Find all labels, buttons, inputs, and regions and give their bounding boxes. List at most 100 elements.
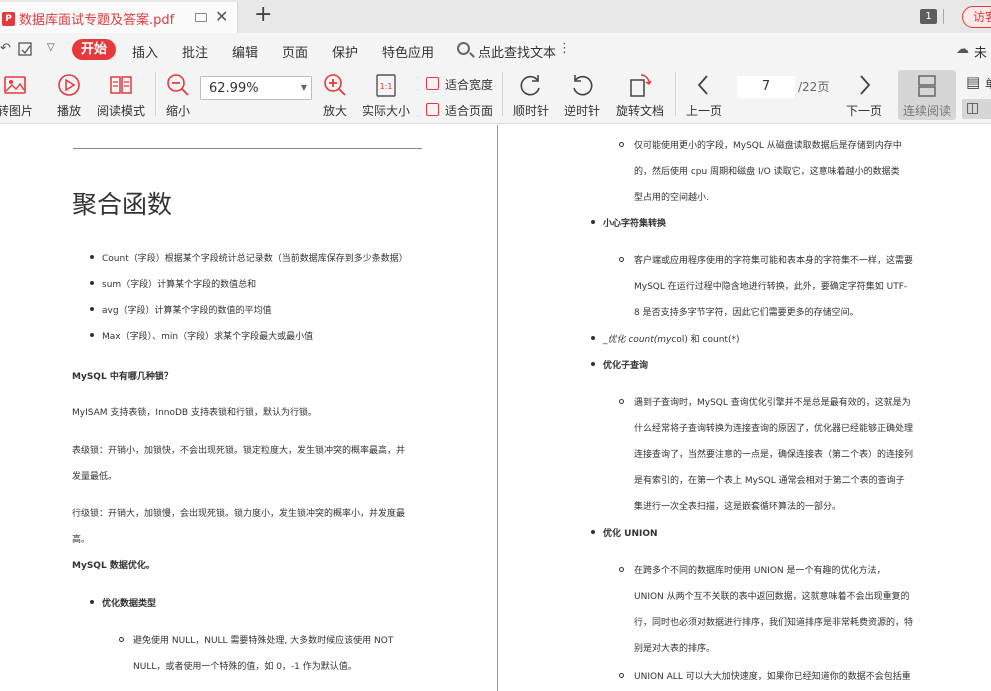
menu-page[interactable]: 页面 [282,42,308,61]
sub-bullet-icon [619,142,624,147]
rotate-clockwise-icon [520,75,540,96]
paragraph: 什么经常将子查询转换为连接查询的原因了，优化器已经能够正确处理 [634,424,914,434]
menu-edit[interactable]: 编辑 [232,42,258,61]
chevron-left-icon [697,75,708,95]
paragraph: 的，然后使用 cpu 周期和磁盘 I/O 读取它，这意味着越小的数据类 [634,167,900,177]
read-mode-label: 阅读模式 [96,104,145,118]
save-icon-svg [18,42,32,56]
question-heading: MySQL 中有哪几种锁？ [72,372,173,382]
play-button[interactable]: 播放 [50,66,88,122]
document-view[interactable]: 聚合函数 Count（字段）根据某个字段统计总记录数（当前数据库保存到多少条数据… [0,125,991,691]
undo-icon[interactable]: ↶ [0,41,11,56]
bullet-icon [591,336,595,340]
paragraph: MySQL 在运行过程中隐含地进行转换，此外，要确定字符集如 UTF- [634,282,908,292]
rotate-counterclockwise-icon [573,75,593,96]
zoom-out-button[interactable]: 缩小 [160,66,196,122]
cloud-sync-label[interactable]: 未 [974,42,987,61]
cloud-sync-icon[interactable]: ☁ [956,42,969,57]
bullet-icon [90,333,94,337]
question-heading: MySQL 数据优化。 [72,561,155,571]
paragraph: UNION 从两个互不关联的表中返回数据，这就意味着不会出现重复的 [634,592,910,602]
single-page-label[interactable]: 单 [985,75,991,92]
more-options-icon[interactable]: ⋮ [558,41,571,56]
fit-page-label: 适合页面 [445,104,494,118]
menu-special-apps[interactable]: 特色应用 [382,42,434,61]
paragraph: 在跨多个不同的数据库时使用 UNION 是一个有趣的优化方法， [634,566,886,576]
list-item: 避免使用 NULL，NULL 需要特殊处理, 大多数时候应该使用 NOT [133,636,394,646]
save-icon[interactable] [17,41,35,61]
menu-annotate[interactable]: 批注 [182,42,208,61]
close-tab-icon[interactable]: ✕ [215,7,228,26]
list-item: _优化 count(mycol) 和 count(*) [603,332,739,345]
rotate-counterclockwise-label: 逆时针 [563,104,600,118]
bullet-icon [90,600,94,604]
chevron-right-icon [860,75,871,95]
book-icon [110,76,132,94]
paragraph: 别是对大表的排序。 [634,644,716,654]
continuous-reading-button[interactable]: 连续阅读 [898,70,956,120]
monitor-icon[interactable] [195,13,207,22]
rotate-clockwise-label: 顺时针 [512,104,549,118]
rotate-clockwise-button[interactable]: 顺时针 [510,66,552,122]
double-page-button[interactable]: ◫ [962,99,991,119]
actual-size-icon: 1:1 [376,74,396,97]
quick-access-dropdown-icon[interactable]: ▽ [47,42,55,53]
dropdown-arrow-icon[interactable]: ▼ [301,83,307,92]
paragraph: UNION ALL 可以大大加快速度，如果你已经知道你的数据不会包括重 [634,672,911,682]
title-bar: P 数据库面试专题及答案.pdf ✕ + 1 访客 [0,0,991,33]
page-divider [497,125,498,691]
fit-width-icon [426,77,439,90]
sub-bullet-icon [619,567,624,572]
tab-count-badge[interactable]: 1 [920,9,937,24]
menu-insert[interactable]: 插入 [132,42,158,61]
list-item: 优化数据类型 [102,599,157,609]
toolbar-divider [675,72,676,116]
sub-bullet-icon [119,637,124,642]
toolbar-divider [502,72,503,116]
new-tab-button[interactable]: + [254,2,272,28]
paragraph: 是有索引的，在第一个表上 MySQL 通常会相对于第二个表的查询子 [634,476,905,486]
page-number-input[interactable]: 7 [737,76,795,98]
zoom-out-icon [167,74,189,96]
menu-protect[interactable]: 保护 [332,42,358,61]
bullet-icon [591,530,595,534]
previous-page-button[interactable]: 上一页 [682,66,726,122]
play-label: 播放 [56,104,81,118]
zoom-out-label: 缩小 [165,104,190,118]
actual-size-ratio: 1:1 [380,82,393,91]
zoom-in-icon [324,74,346,96]
zoom-level-select[interactable]: 62.99% ▼ [200,76,312,100]
continuous-reading-label: 连续阅读 [902,104,951,118]
rotate-document-button[interactable]: 旋转文档 [613,66,667,122]
paragraph: 高。 [72,535,91,545]
next-page-button[interactable]: 下一页 [842,66,886,122]
convert-to-image-button[interactable]: 转图片 [0,66,44,122]
single-page-icon[interactable]: ▤ [966,73,980,91]
paragraph: MyISAM 支持表锁，InnoDB 支持表锁和行锁，默认为行锁。 [72,408,317,418]
zoom-in-label: 放大 [322,104,347,118]
paragraph: 客户端或应用程序使用的字符集可能和表本身的字符集不一样，这需要 [634,256,914,266]
read-mode-button[interactable]: 阅读模式 [94,66,148,122]
zoom-in-button[interactable]: 放大 [317,66,353,122]
rotate-document-label: 旋转文档 [615,104,664,118]
fit-width-label: 适合宽度 [445,78,494,92]
continuous-reading-icon [918,75,936,97]
search-icon[interactable] [457,42,470,55]
list-item: Max（字段）、min（字段）求某个字段最大或最小值 [102,332,314,342]
paragraph: 遇到子查询时，MySQL 查询优化引擎并不是总是最有效的，这就是为 [634,398,911,408]
zoom-value: 62.99% [209,81,259,96]
paragraph: 发量最低。 [72,472,118,482]
guest-account-button[interactable]: 访客 [962,6,991,28]
sub-bullet-icon [619,673,624,678]
menu-start[interactable]: 开始 [72,39,116,60]
count-optimization-italic: _优化 count(my [603,335,672,345]
sub-bullet-icon [619,257,624,262]
double-page-icon: ◫ [966,100,980,116]
rotate-document-icon [630,74,652,97]
previous-page-label: 上一页 [685,104,722,118]
search-text-field[interactable]: 点此查找文本 [478,42,556,61]
actual-size-button[interactable]: 1:1 实际大小 [358,66,414,122]
list-item: NULL，或者使用一个特殊的值，如 0，-1 作为默认值。 [133,662,357,672]
rotate-counterclockwise-button[interactable]: 逆时针 [561,66,603,122]
document-tab[interactable]: P 数据库面试专题及答案.pdf ✕ [0,2,238,33]
